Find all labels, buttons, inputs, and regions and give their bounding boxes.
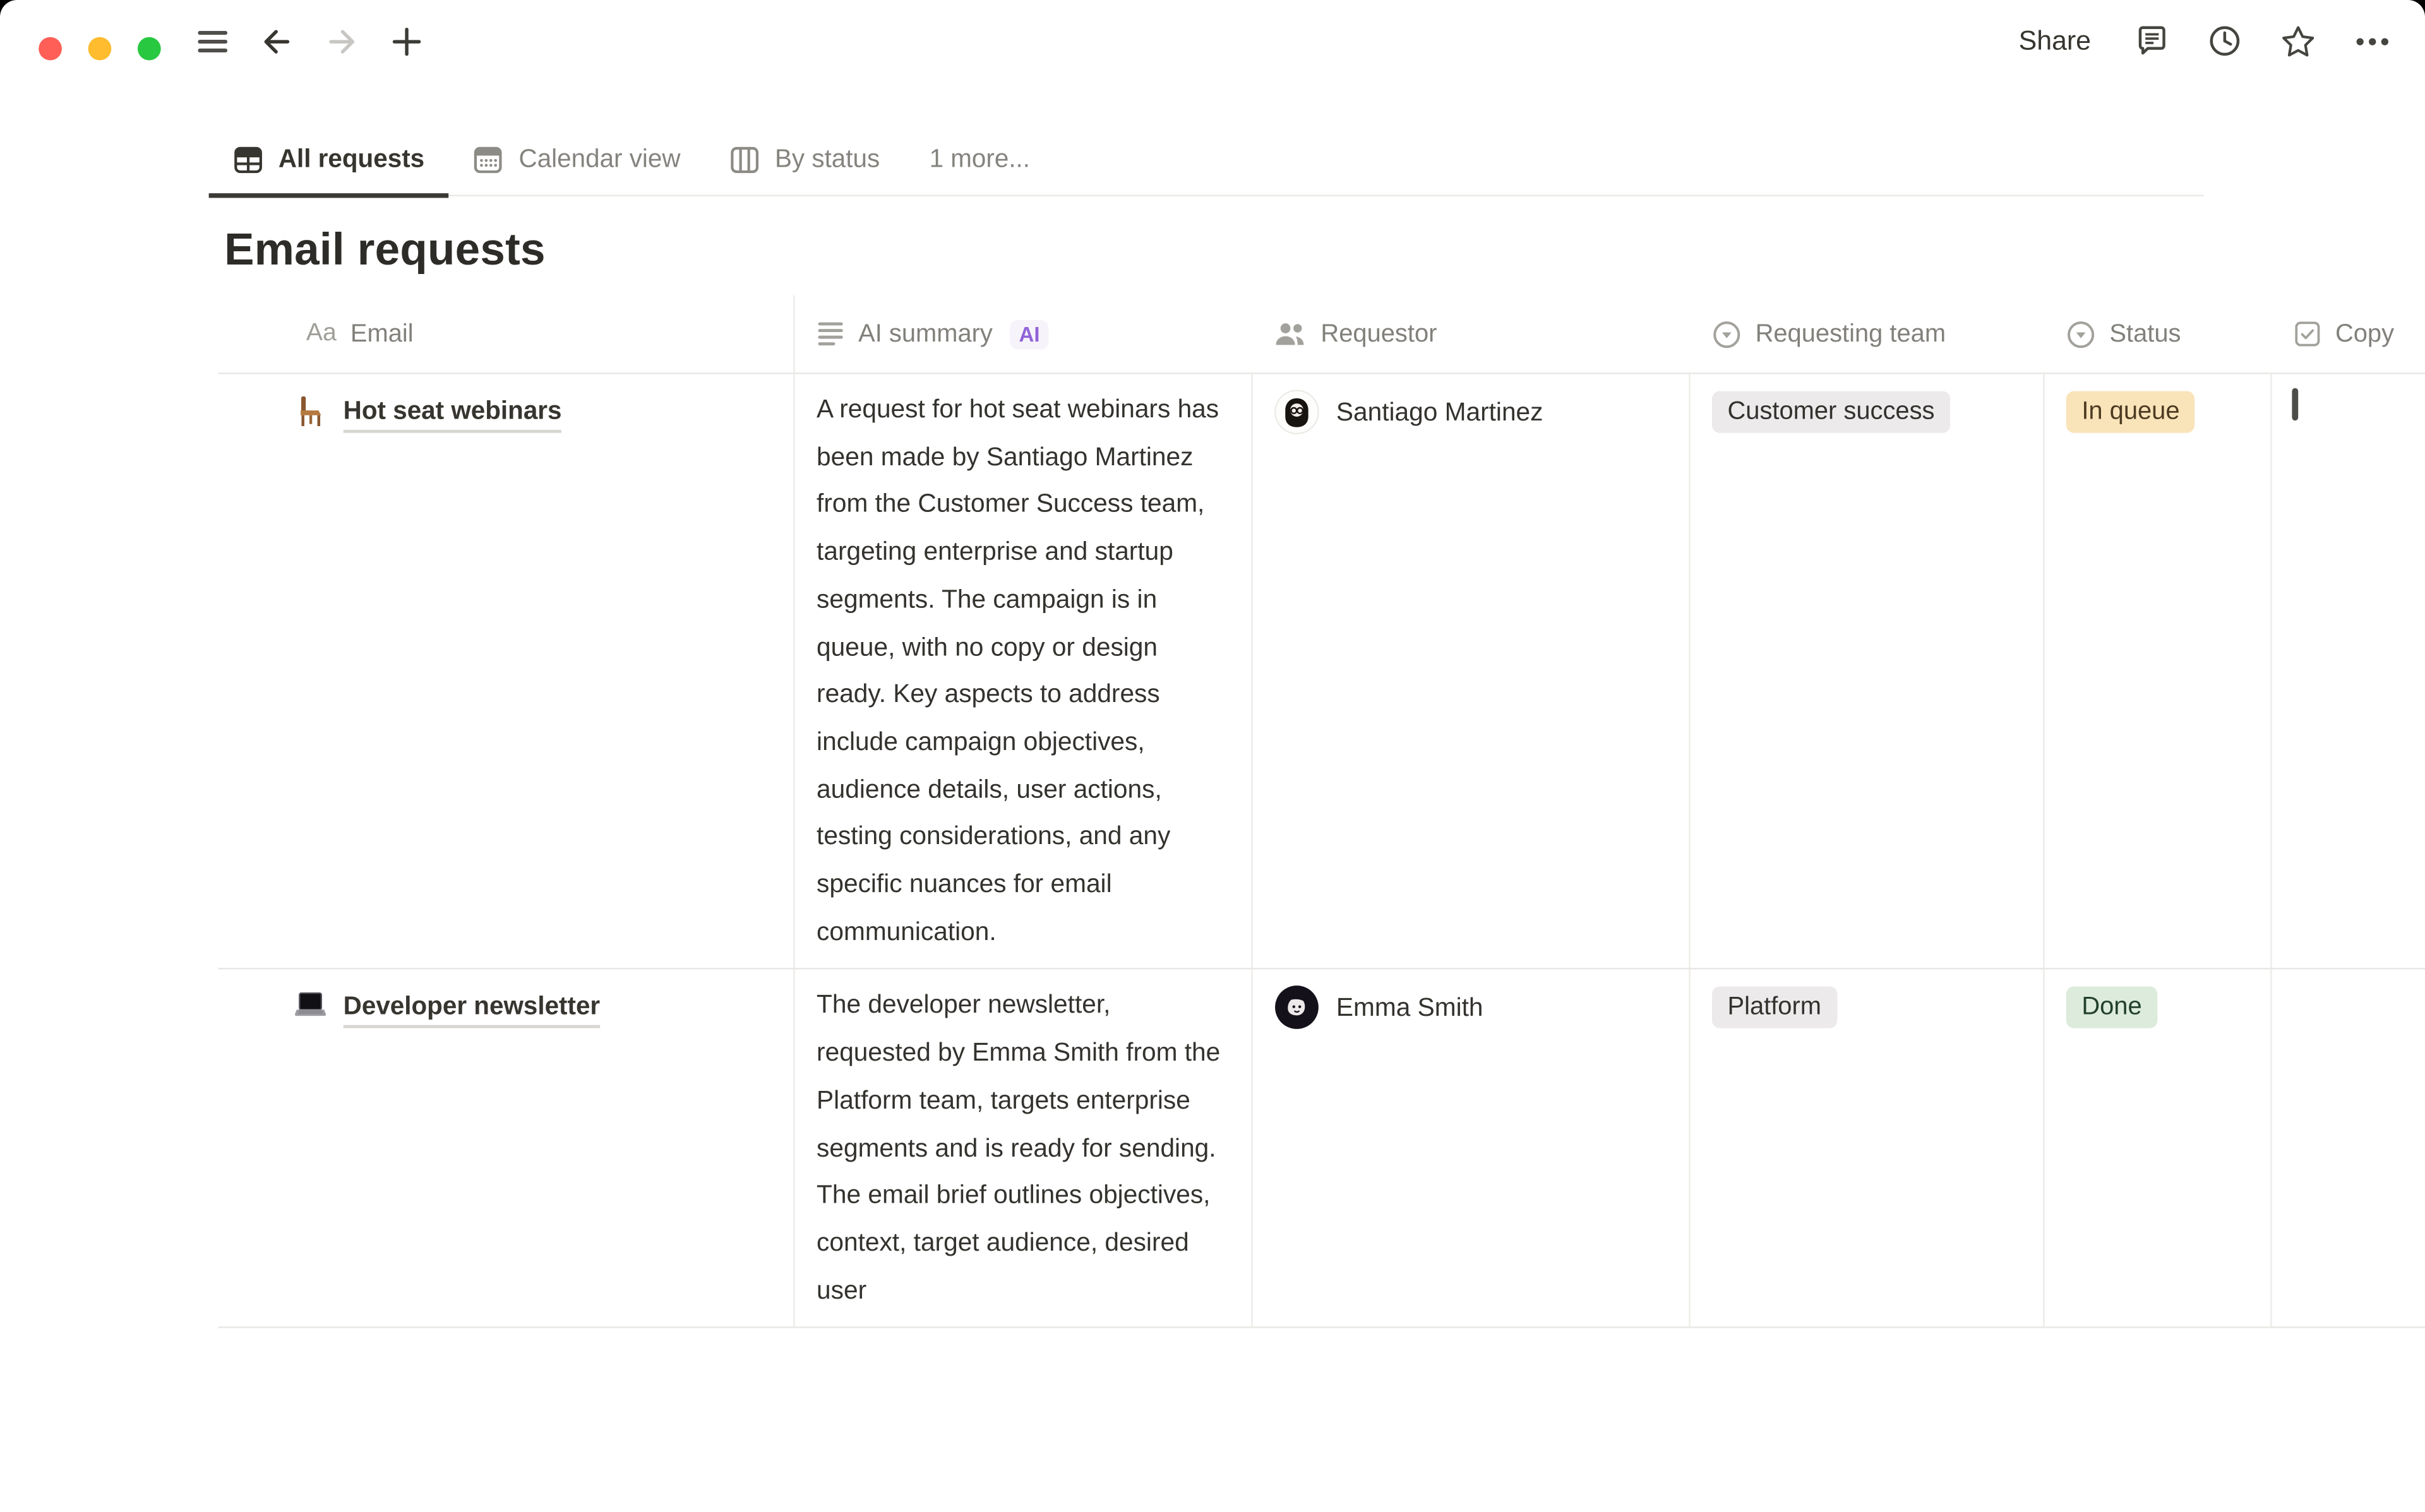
tab-label: By status bbox=[775, 145, 880, 175]
more-options-icon[interactable] bbox=[2354, 35, 2391, 47]
text-type-icon: Aa bbox=[306, 320, 337, 348]
app-window: Share All requests C bbox=[0, 0, 2425, 1512]
checkbox-icon bbox=[2294, 320, 2321, 348]
cell-requesting-team[interactable]: Platform bbox=[1691, 970, 2045, 1328]
status-tag: Done bbox=[2066, 987, 2157, 1029]
menu-icon[interactable] bbox=[198, 30, 229, 54]
column-header-status[interactable]: Status bbox=[2045, 295, 2272, 372]
status-tag: In queue bbox=[2066, 391, 2195, 433]
tab-more-views[interactable]: 1 more... bbox=[904, 130, 1055, 195]
tab-by-status[interactable]: By status bbox=[705, 130, 905, 195]
share-button[interactable]: Share bbox=[2013, 21, 2097, 60]
column-header-ai-summary[interactable]: AI summary AI bbox=[795, 295, 1253, 372]
calendar-view-icon bbox=[474, 145, 503, 175]
page-link[interactable]: Hot seat webinars bbox=[344, 394, 562, 432]
cell-copy bbox=[2272, 374, 2425, 968]
column-header-email[interactable]: Aa Email bbox=[218, 295, 794, 372]
new-tab-icon[interactable] bbox=[390, 25, 424, 59]
avatar bbox=[1274, 985, 1319, 1030]
tab-all-requests[interactable]: All requests bbox=[209, 130, 450, 195]
copy-checkbox[interactable] bbox=[2292, 388, 2298, 420]
cell-status[interactable]: In queue bbox=[2045, 374, 2272, 968]
cell-requestor[interactable]: Santiago Martinez bbox=[1253, 374, 1691, 968]
column-label: Status bbox=[2109, 319, 2181, 349]
people-icon bbox=[1274, 321, 1307, 347]
cell-ai-summary[interactable]: A request for hot seat webinars has been… bbox=[795, 374, 1253, 968]
database-table: Aa Email AI summary AI Requestor bbox=[218, 295, 2425, 1512]
cell-ai-summary[interactable]: The developer newsletter, requested by E… bbox=[795, 970, 1253, 1328]
tab-label: Calendar view bbox=[519, 145, 681, 175]
titlebar: Share bbox=[0, 0, 2425, 96]
ai-badge: AI bbox=[1010, 319, 1049, 349]
column-label: Email bbox=[350, 319, 414, 349]
page-link[interactable]: Developer newsletter bbox=[344, 990, 600, 1028]
page-title: Email requests bbox=[224, 226, 546, 277]
history-icon[interactable] bbox=[2207, 23, 2242, 59]
tab-label: All requests bbox=[278, 145, 424, 175]
column-header-requestor[interactable]: Requestor bbox=[1253, 295, 1691, 372]
laptop-icon bbox=[294, 990, 328, 1024]
table-row: Developer newsletter The developer newsl… bbox=[218, 970, 2425, 1329]
cell-email[interactable]: Hot seat webinars bbox=[218, 374, 794, 968]
favorite-star-icon[interactable] bbox=[2280, 23, 2317, 60]
text-lines-icon bbox=[817, 321, 844, 346]
column-label: Requesting team bbox=[1756, 319, 1946, 349]
board-view-icon bbox=[730, 145, 760, 175]
cell-email[interactable]: Developer newsletter bbox=[218, 970, 794, 1328]
column-label: Copy bbox=[2335, 319, 2394, 349]
column-header-requesting-team[interactable]: Requesting team bbox=[1691, 295, 2045, 372]
avatar bbox=[1274, 390, 1319, 434]
table-header-row: Aa Email AI summary AI Requestor bbox=[218, 295, 2425, 374]
traffic-lights bbox=[39, 37, 160, 61]
cell-copy bbox=[2272, 970, 2425, 1328]
back-icon[interactable] bbox=[260, 25, 294, 59]
cell-requesting-team[interactable]: Customer success bbox=[1691, 374, 2045, 968]
person-name: Santiago Martinez bbox=[1336, 390, 1543, 434]
comments-icon[interactable] bbox=[2135, 23, 2170, 59]
chair-icon bbox=[294, 394, 328, 428]
column-label: Requestor bbox=[1320, 319, 1437, 349]
tab-label: 1 more... bbox=[930, 145, 1030, 175]
column-header-copy[interactable]: Copy bbox=[2272, 295, 2425, 372]
table-view-icon bbox=[234, 145, 263, 175]
cell-requestor[interactable]: Emma Smith bbox=[1253, 970, 1691, 1328]
cell-status[interactable]: Done bbox=[2045, 970, 2272, 1328]
zoom-window-button[interactable] bbox=[138, 37, 161, 61]
column-label: AI summary bbox=[858, 319, 993, 349]
tab-calendar-view[interactable]: Calendar view bbox=[449, 130, 705, 195]
person-name: Emma Smith bbox=[1336, 985, 1483, 1030]
select-icon bbox=[2066, 319, 2096, 349]
minimize-window-button[interactable] bbox=[88, 37, 112, 61]
team-tag: Customer success bbox=[1712, 391, 1950, 433]
view-tabs: All requests Calendar view By status 1 m… bbox=[209, 130, 2204, 196]
forward-icon[interactable] bbox=[325, 25, 359, 59]
close-window-button[interactable] bbox=[39, 37, 62, 61]
table-row: Hot seat webinars A request for hot seat… bbox=[218, 374, 2425, 970]
select-icon bbox=[1712, 319, 1742, 349]
team-tag: Platform bbox=[1712, 987, 1836, 1029]
